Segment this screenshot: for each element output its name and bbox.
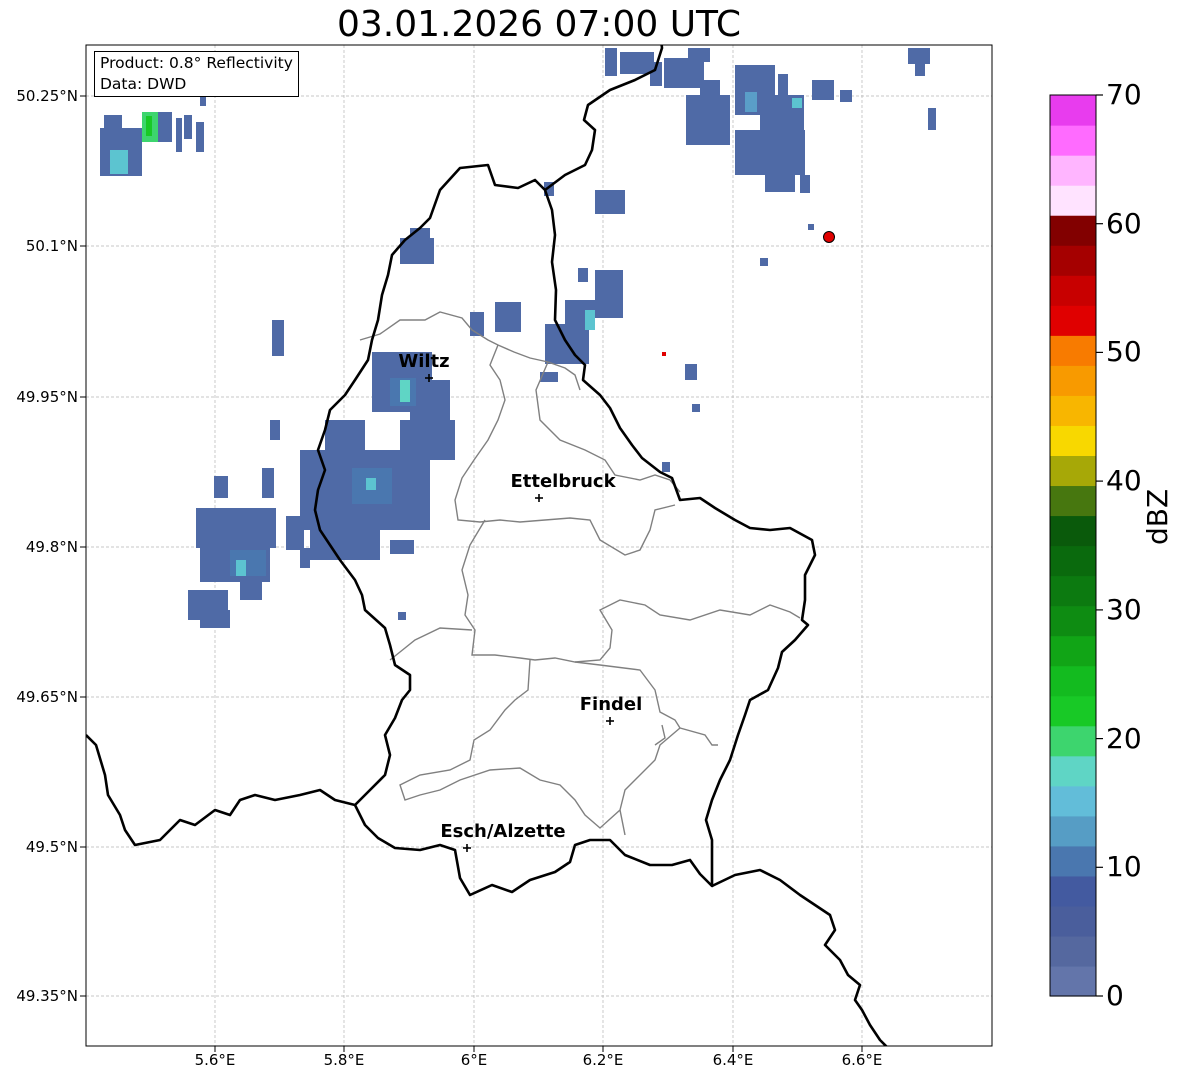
colorbar-segment bbox=[1050, 185, 1096, 216]
colorbar-segment bbox=[1050, 455, 1096, 487]
colorbar-segment bbox=[1050, 125, 1096, 156]
colorbar-segment bbox=[1050, 665, 1096, 697]
colorbar-segment bbox=[1050, 935, 1096, 967]
colorbar-segment bbox=[1050, 965, 1096, 997]
colorbar-segment bbox=[1050, 575, 1096, 607]
colorbar-segment bbox=[1050, 905, 1096, 937]
colorbar-label: dBZ bbox=[1141, 488, 1174, 545]
colorbar-segment bbox=[1050, 395, 1096, 426]
colorbar-segment bbox=[1050, 95, 1096, 126]
colorbar-segment bbox=[1050, 785, 1096, 817]
colorbar-segment bbox=[1050, 755, 1096, 787]
colorbar-segment bbox=[1050, 545, 1096, 577]
colorbar-segment bbox=[1050, 335, 1096, 366]
colorbar-segment bbox=[1050, 815, 1096, 847]
colorbar-tick: 30 bbox=[1106, 593, 1142, 626]
colorbar-segment bbox=[1050, 245, 1096, 276]
colorbar-tick: 40 bbox=[1106, 464, 1142, 497]
colorbar-segment bbox=[1050, 215, 1096, 246]
colorbar-tick: 10 bbox=[1106, 850, 1142, 883]
colorbar-segments bbox=[1050, 95, 1096, 997]
colorbar-tick: 20 bbox=[1106, 722, 1142, 755]
colorbar-segment bbox=[1050, 365, 1096, 396]
colorbar-segment bbox=[1050, 635, 1096, 667]
colorbar bbox=[1049, 94, 1103, 997]
colorbar-segment bbox=[1050, 425, 1096, 456]
colorbar-segment bbox=[1050, 305, 1096, 336]
colorbar-segment bbox=[1050, 605, 1096, 637]
colorbar-segment bbox=[1050, 275, 1096, 306]
colorbar-tick: 70 bbox=[1106, 78, 1142, 111]
colorbar-tick: 0 bbox=[1106, 979, 1124, 1012]
colorbar-segment bbox=[1050, 155, 1096, 186]
colorbar-segment bbox=[1050, 695, 1096, 727]
colorbar-segment bbox=[1050, 725, 1096, 757]
colorbar-segment bbox=[1050, 845, 1096, 877]
colorbar-tick: 60 bbox=[1106, 207, 1142, 240]
colorbar-tick: 50 bbox=[1106, 335, 1142, 368]
colorbar-segment bbox=[1050, 485, 1096, 517]
colorbar-segment bbox=[1050, 875, 1096, 907]
colorbar-segment bbox=[1050, 515, 1096, 547]
